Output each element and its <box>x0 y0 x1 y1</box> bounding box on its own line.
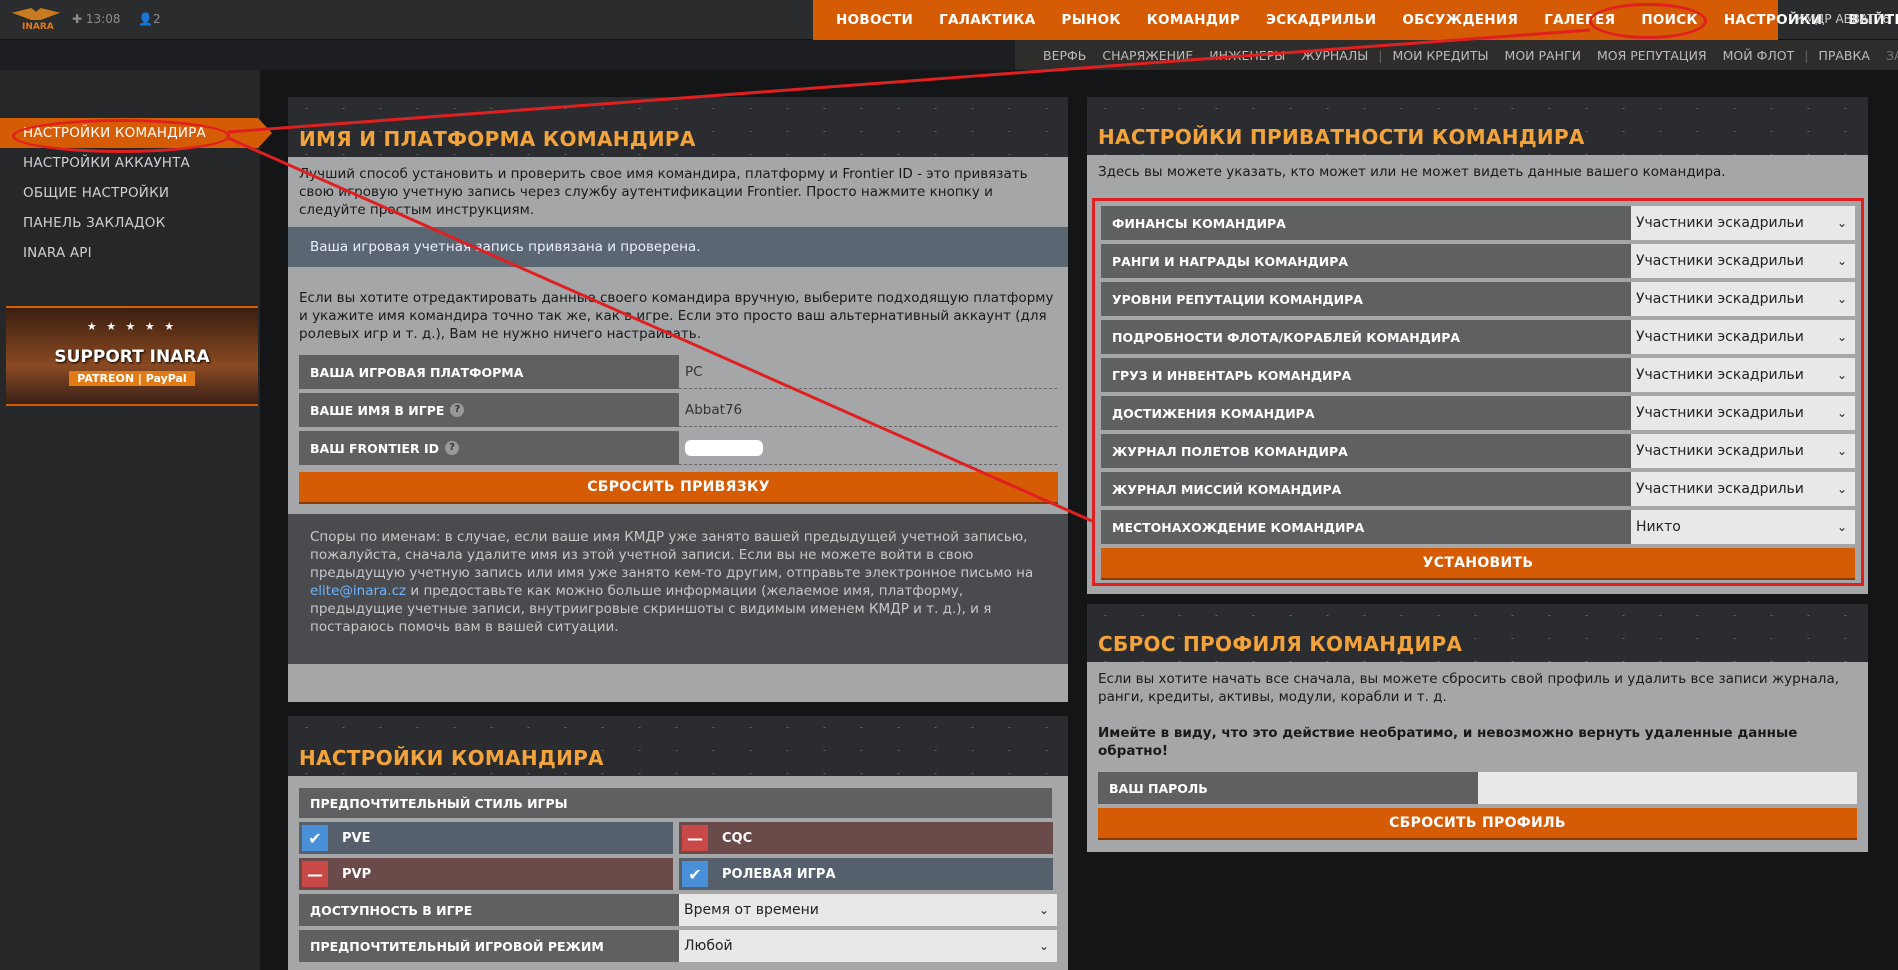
annotation-line-1 <box>227 28 1591 134</box>
annotation-line-2 <box>227 136 1093 523</box>
annotation-arrows <box>227 28 1591 523</box>
